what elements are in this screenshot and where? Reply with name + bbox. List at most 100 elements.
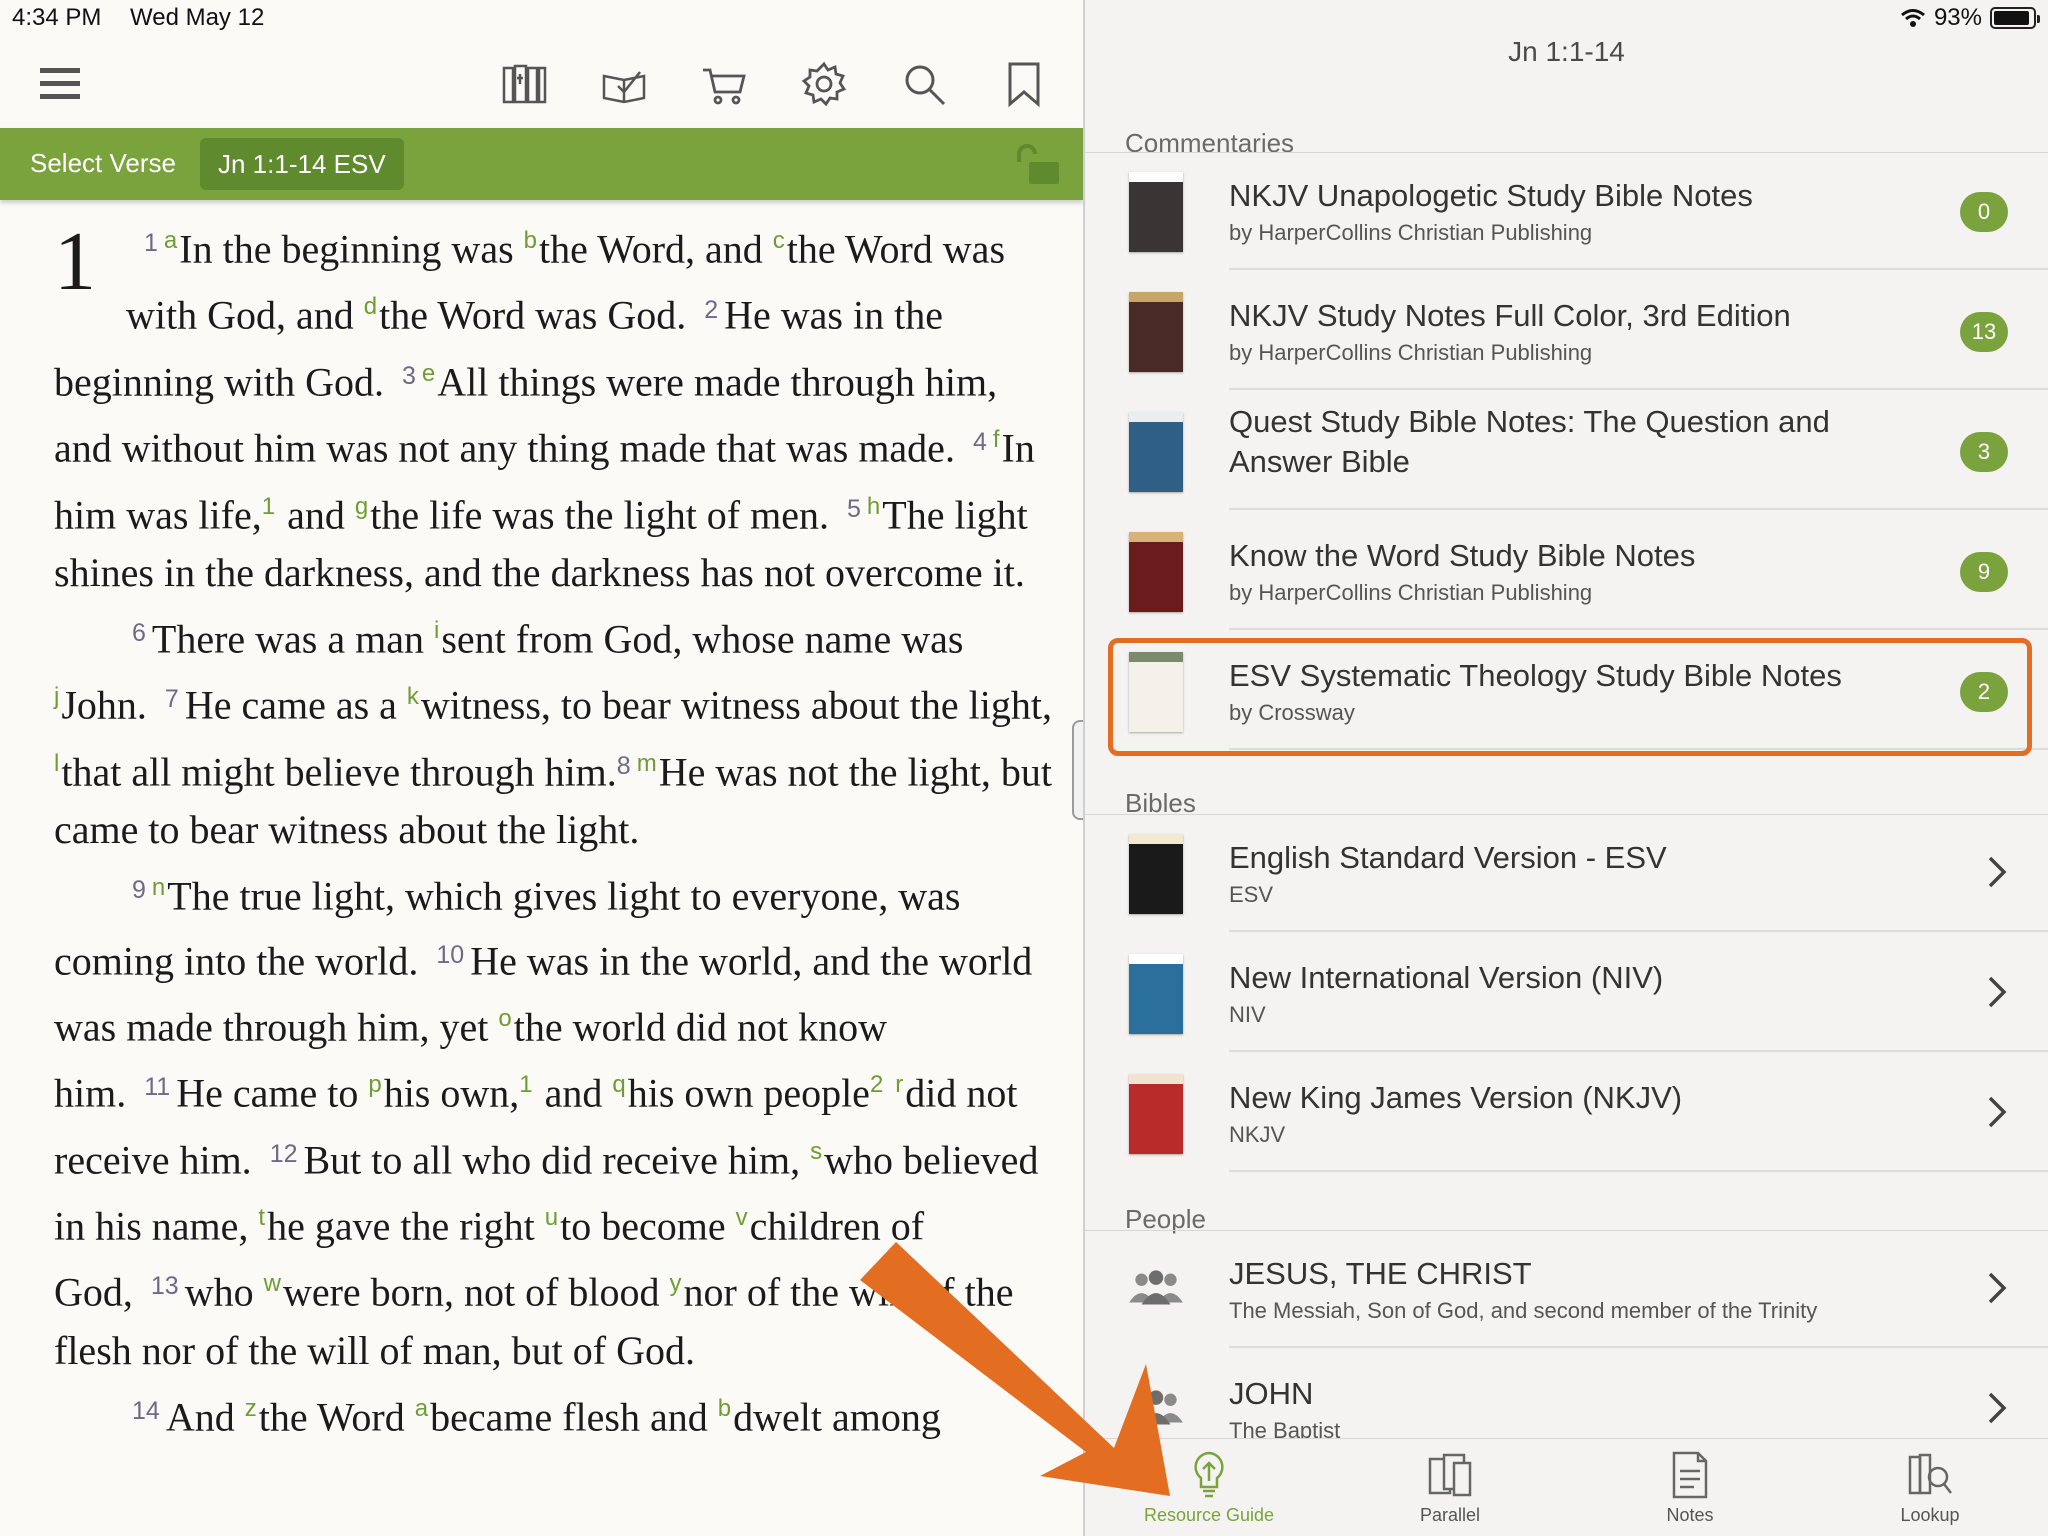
verse-number[interactable]: 6 xyxy=(132,619,146,647)
footnote-marker[interactable]: u xyxy=(545,1204,558,1231)
unlock-icon[interactable] xyxy=(1015,142,1061,186)
footnote-marker[interactable]: o xyxy=(498,1005,511,1032)
verse-text[interactable]: the Word was God. xyxy=(379,293,686,338)
settings-gear-icon[interactable] xyxy=(796,56,852,112)
verse-text[interactable]: were born, not of blood xyxy=(283,1270,670,1315)
verse-text[interactable]: he gave the right xyxy=(267,1203,545,1248)
verse-text[interactable]: John. xyxy=(61,683,147,728)
verse-number[interactable]: 5 xyxy=(847,495,861,523)
resource-row[interactable]: New International Version (NIV) NIV xyxy=(1085,932,2048,1052)
reading-plan-icon[interactable] xyxy=(596,56,652,112)
split-view-handle[interactable] xyxy=(1072,720,1083,820)
footnote-marker[interactable]: v xyxy=(736,1204,748,1231)
select-verse-button[interactable]: Select Verse xyxy=(30,148,176,179)
footnote-marker[interactable]: a xyxy=(164,227,177,254)
search-icon[interactable] xyxy=(896,56,952,112)
tab-bar: Resource Guide Parallel Notes Lookup xyxy=(1085,1438,2048,1536)
footnote-marker[interactable]: q xyxy=(612,1071,625,1098)
footnote-marker[interactable]: b xyxy=(718,1395,731,1422)
footnote-marker[interactable]: e xyxy=(422,360,435,387)
verse-text[interactable]: And xyxy=(166,1394,245,1439)
verse-text[interactable]: witness, to bear witness about the light… xyxy=(421,683,1052,728)
tab-lookup[interactable]: Lookup xyxy=(1850,1449,2010,1526)
verse-text[interactable]: that all might believe through him. xyxy=(61,749,616,794)
status-right: 93% xyxy=(1900,4,2040,32)
verse-text[interactable]: and xyxy=(277,492,355,537)
footnote-marker[interactable]: 2 xyxy=(870,1071,883,1098)
resource-row[interactable]: Know the Word Study Bible Notes by Harper… xyxy=(1085,510,2048,630)
verse-text[interactable]: who xyxy=(185,1270,264,1315)
verse-text[interactable]: But to all who did receive him, xyxy=(304,1137,811,1182)
footnote-marker[interactable]: t xyxy=(258,1204,265,1231)
verse-text[interactable]: the life was the light of men. xyxy=(370,492,829,537)
resource-row[interactable]: ESV Systematic Theology Study Bible Note… xyxy=(1085,630,2048,750)
tab-parallel[interactable]: Parallel xyxy=(1370,1449,1530,1526)
footnote-marker[interactable]: c xyxy=(773,227,785,254)
verse-text[interactable]: became flesh and xyxy=(430,1394,718,1439)
footnote-marker[interactable]: b xyxy=(524,227,537,254)
verse-text[interactable]: his own, xyxy=(384,1071,520,1116)
menu-icon[interactable] xyxy=(32,56,88,112)
cart-icon[interactable] xyxy=(696,56,752,112)
verse-number[interactable]: 10 xyxy=(436,941,464,969)
footnote-marker[interactable]: p xyxy=(368,1071,381,1098)
tab-resource-guide[interactable]: Resource Guide xyxy=(1129,1449,1289,1526)
footnote-marker[interactable]: r xyxy=(895,1071,903,1098)
footnote-marker[interactable]: z xyxy=(245,1395,257,1422)
verse-text[interactable]: to become xyxy=(560,1203,736,1248)
verse-text[interactable]: He came as a xyxy=(185,683,407,728)
footnote-marker[interactable]: m xyxy=(637,750,657,777)
footnote-marker[interactable]: i xyxy=(434,617,439,644)
verse-text[interactable] xyxy=(885,1071,895,1116)
verse-text[interactable]: In the beginning was xyxy=(179,226,523,271)
footnote-marker[interactable]: w xyxy=(264,1270,281,1297)
resource-row[interactable]: Quest Study Bible Notes: The Question an… xyxy=(1085,390,2048,510)
footnote-marker[interactable]: y xyxy=(670,1270,682,1297)
resource-row[interactable]: NKJV Study Notes Full Color, 3rd Edition… xyxy=(1085,270,2048,390)
verse-number[interactable]: 14 xyxy=(132,1397,160,1425)
footnote-marker[interactable]: h xyxy=(867,493,880,520)
footnote-marker[interactable]: d xyxy=(364,293,377,320)
verse-number[interactable]: 9 xyxy=(132,876,146,904)
resource-row[interactable]: JESUS, THE CHRIST The Messiah, Son of God… xyxy=(1085,1228,2048,1348)
footnote-marker[interactable]: j xyxy=(54,683,59,710)
verse-number[interactable]: 12 xyxy=(270,1140,298,1168)
verse-number[interactable]: 7 xyxy=(165,685,179,713)
footnote-marker[interactable]: l xyxy=(54,750,59,777)
footnote-marker[interactable]: a xyxy=(415,1395,428,1422)
tab-notes[interactable]: Notes xyxy=(1610,1449,1770,1526)
footnote-marker[interactable]: 1 xyxy=(519,1071,532,1098)
bookmark-icon[interactable] xyxy=(996,56,1052,112)
people-icon xyxy=(1129,1270,1183,1305)
library-icon[interactable] xyxy=(496,56,552,112)
footnote-marker[interactable]: k xyxy=(407,683,419,710)
verse-text[interactable]: the Word, and xyxy=(539,226,773,271)
verse-number[interactable]: 11 xyxy=(144,1073,170,1101)
lightbulb-icon xyxy=(1194,1451,1224,1498)
verse-text[interactable]: sent from God, whose name was xyxy=(441,616,963,661)
verse-text[interactable]: the Word xyxy=(259,1394,415,1439)
verse-number[interactable]: 3 xyxy=(402,362,416,390)
verse-text[interactable]: dwelt among xyxy=(733,1394,941,1439)
verse-text[interactable]: There was a man xyxy=(152,616,434,661)
verse-text[interactable]: his own people xyxy=(628,1071,870,1116)
verse-number[interactable]: 2 xyxy=(704,296,718,324)
passage-reference-button[interactable]: Jn 1:1-14 ESV xyxy=(200,138,404,190)
verse-number[interactable]: 4 xyxy=(973,428,987,456)
resource-row[interactable]: New King James Version (NKJV) NKJV xyxy=(1085,1052,2048,1172)
resource-row[interactable]: NKJV Unapologetic Study Bible Notes by Ha… xyxy=(1085,150,2048,270)
footnote-marker[interactable]: s xyxy=(810,1138,822,1165)
resource-title: JESUS, THE CHRIST xyxy=(1229,1256,1532,1291)
footnote-marker[interactable]: n xyxy=(152,874,165,901)
footnote-marker[interactable]: g xyxy=(355,493,368,520)
footnote-marker[interactable]: 1 xyxy=(262,493,275,520)
verse-number[interactable]: 8 xyxy=(617,752,631,780)
verse-number[interactable]: 1 xyxy=(144,229,158,257)
footnote-marker[interactable]: f xyxy=(993,426,1000,453)
resource-row[interactable]: English Standard Version - ESV ESV xyxy=(1085,812,2048,932)
verse-text[interactable]: and xyxy=(535,1071,613,1116)
verse-number[interactable]: 13 xyxy=(151,1272,179,1300)
resource-title: NKJV Unapologetic Study Bible Notes xyxy=(1229,178,1753,213)
verse-text[interactable]: He came to xyxy=(176,1071,368,1116)
resource-title: JOHN xyxy=(1229,1376,1314,1411)
